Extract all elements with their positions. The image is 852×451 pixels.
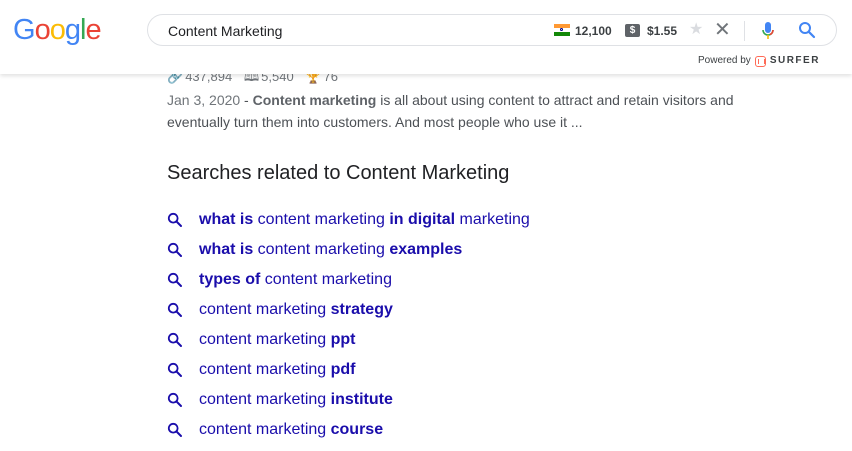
search-icon — [167, 272, 182, 287]
search-icon — [167, 332, 182, 347]
search-volume: 12,100 — [575, 24, 612, 38]
search-icon — [167, 242, 182, 257]
related-search-text: content marketing — [253, 241, 390, 258]
related-search-emphasis: in digital — [389, 211, 456, 228]
related-search-text: content marketing — [253, 211, 390, 228]
search-icon — [167, 212, 182, 227]
related-search-emphasis: strategy — [330, 301, 393, 318]
surfer-logo-icon — [754, 55, 766, 67]
related-search-item[interactable]: what is content marketing examples — [167, 235, 530, 265]
related-search-emphasis: course — [330, 421, 384, 438]
related-search-text: content marketing — [199, 361, 331, 378]
google-logo[interactable]: Google — [13, 14, 102, 46]
snippet-separator: - — [240, 92, 253, 108]
related-search-text: content marketing — [199, 331, 331, 348]
related-search-label[interactable]: content marketing course — [199, 419, 383, 441]
related-search-emphasis: institute — [330, 391, 393, 408]
related-search-item[interactable]: what is content marketing in digital mar… — [167, 205, 530, 235]
logo-letter: o — [49, 14, 66, 46]
search-header: Google 12,100 $ $1.55 ★ ✕ Powered by — [0, 0, 852, 74]
related-search-label[interactable]: content marketing strategy — [199, 299, 393, 321]
search-icon — [167, 302, 182, 317]
search-icon — [167, 422, 182, 437]
search-box[interactable]: 12,100 $ $1.55 ★ ✕ — [147, 14, 837, 46]
search-icon — [167, 392, 182, 407]
divider — [744, 21, 745, 41]
related-search-emphasis: what is — [199, 211, 254, 228]
search-icon[interactable] — [798, 21, 816, 44]
related-search-label[interactable]: what is content marketing examples — [199, 239, 462, 261]
related-search-item[interactable]: content marketing ppt — [167, 325, 530, 355]
snippet-highlight: Content marketing — [252, 92, 377, 108]
related-search-item[interactable]: types of content marketing — [167, 265, 530, 295]
related-search-emphasis: pdf — [330, 361, 356, 378]
related-search-item[interactable]: content marketing institute — [167, 385, 530, 415]
related-search-item[interactable]: content marketing strategy — [167, 295, 530, 325]
dollar-badge-icon: $ — [625, 24, 640, 37]
logo-letter: g — [64, 14, 81, 46]
logo-letter: G — [13, 14, 36, 46]
search-icon — [167, 362, 182, 377]
search-input[interactable] — [168, 21, 528, 41]
related-search-emphasis: what is — [199, 241, 254, 258]
powered-by-surfer[interactable]: Powered by SURFER — [698, 55, 820, 67]
related-search-text: content marketing — [199, 301, 331, 318]
related-search-label[interactable]: content marketing ppt — [199, 329, 356, 351]
related-search-label[interactable]: content marketing institute — [199, 389, 393, 411]
snippet-date: Jan 3, 2020 — [167, 92, 241, 108]
related-search-text: content marketing — [199, 391, 331, 408]
related-search-label[interactable]: content marketing pdf — [199, 359, 356, 381]
close-icon[interactable]: ✕ — [714, 19, 731, 41]
related-search-item[interactable]: content marketing pdf — [167, 355, 530, 385]
logo-letter: e — [85, 14, 101, 46]
related-search-label[interactable]: what is content marketing in digital mar… — [199, 209, 530, 231]
star-icon[interactable]: ★ — [689, 21, 703, 39]
related-search-emphasis: ppt — [330, 331, 356, 348]
related-searches-title: Searches related to Content Marketing — [167, 162, 510, 184]
surfer-brand: SURFER — [769, 55, 820, 66]
result-snippet: Jan 3, 2020 - Content marketing is all a… — [167, 89, 767, 133]
related-search-text: marketing — [455, 211, 530, 228]
related-searches-list: what is content marketing in digital mar… — [167, 205, 530, 445]
related-search-emphasis: examples — [389, 241, 463, 258]
related-search-emphasis: types of — [199, 271, 261, 288]
microphone-icon[interactable] — [761, 21, 775, 46]
related-search-text: content marketing — [260, 271, 392, 288]
india-flag-icon — [554, 24, 570, 36]
related-search-label[interactable]: types of content marketing — [199, 269, 392, 291]
logo-letter: o — [34, 14, 51, 46]
cpc-value: $1.55 — [647, 24, 678, 38]
powered-label: Powered by — [698, 55, 751, 66]
related-search-item[interactable]: content marketing course — [167, 415, 530, 445]
related-search-text: content marketing — [199, 421, 331, 438]
